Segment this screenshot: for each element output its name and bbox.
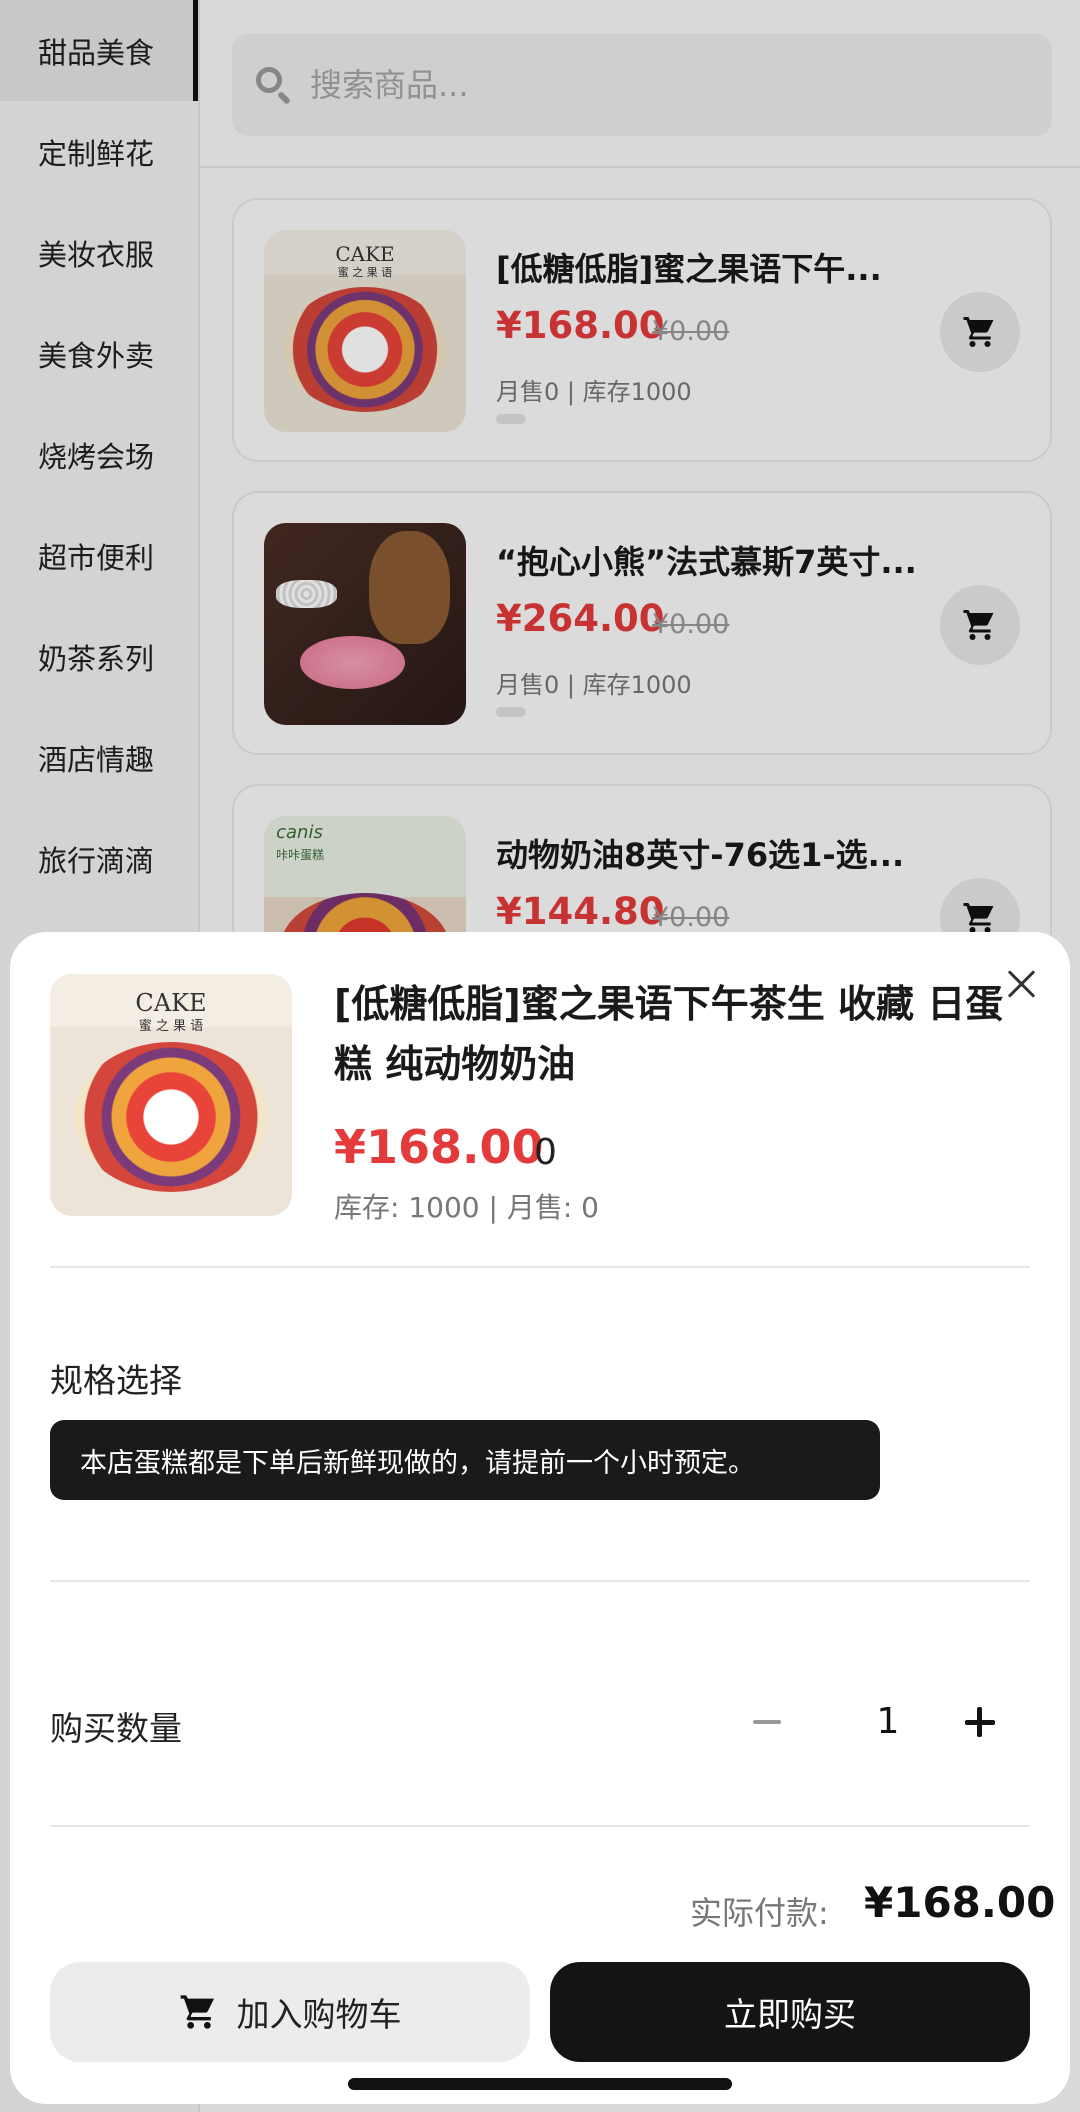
plus-icon[interactable] — [950, 1692, 1010, 1752]
add-to-cart-label: 加入购物车 — [236, 1995, 402, 2034]
sheet-product-image: CAKE 蜜 之 果 语 — [50, 974, 292, 1216]
divider — [50, 1580, 1030, 1582]
sheet-stock-info: 库存: 1000 | 月售: 0 — [334, 1191, 599, 1224]
quantity-label: 购买数量 — [50, 1709, 182, 1748]
product-options-sheet: CAKE 蜜 之 果 语 [低糖低脂]蜜之果语下午茶生 收藏 日蛋糕 纯动物奶油… — [10, 932, 1070, 2104]
sheet-product-title: [低糖低脂]蜜之果语下午茶生 收藏 日蛋糕 纯动物奶油 — [334, 982, 1004, 1086]
spec-section-label: 规格选择 — [50, 1361, 182, 1400]
divider — [50, 1266, 1030, 1268]
payment-total: ¥168.00 — [864, 1878, 1056, 1927]
add-to-cart-button[interactable]: 加入购物车 — [50, 1962, 530, 2062]
minus-icon[interactable] — [738, 1692, 798, 1752]
buy-now-label: 立即购买 — [724, 1995, 856, 2034]
spec-option-selected[interactable]: 本店蛋糕都是下单后新鲜现做的，请提前一个小时预定。 — [50, 1420, 880, 1500]
image-brand-text: CAKE — [135, 988, 207, 1017]
quantity-value[interactable]: 1 — [858, 1692, 918, 1752]
close-icon[interactable] — [1000, 964, 1044, 1008]
divider — [50, 1825, 1030, 1827]
buy-now-button[interactable]: 立即购买 — [550, 1962, 1030, 2062]
sheet-price: ¥168.00 — [334, 1120, 544, 1174]
sheet-original-price: 0 — [534, 1132, 557, 1173]
cart-icon — [180, 1995, 214, 2029]
payment-label: 实际付款: — [690, 1894, 829, 1932]
home-indicator — [348, 2078, 732, 2090]
image-brand-subtext: 蜜 之 果 语 — [138, 1019, 204, 1035]
spec-option-label: 本店蛋糕都是下单后新鲜现做的，请提前一个小时预定。 — [80, 1447, 755, 1479]
